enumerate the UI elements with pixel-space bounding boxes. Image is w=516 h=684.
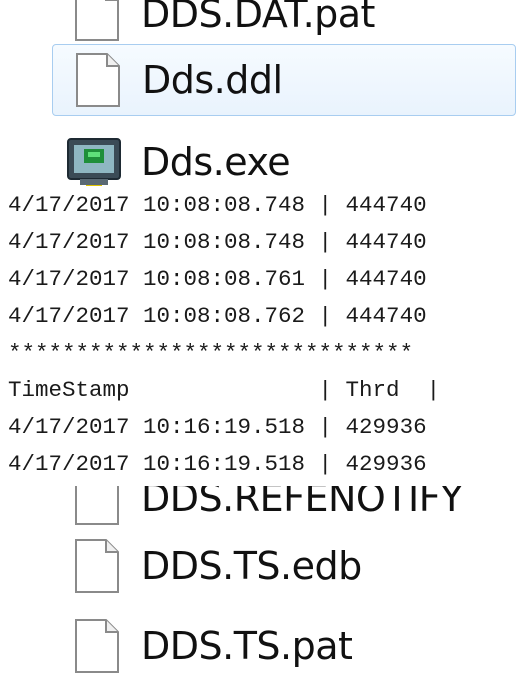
log-line: 4/17/2017 10:16:19.518 | 429936 [8,451,427,477]
log-separator: ****************************** [8,340,414,366]
file-name: DDS.DAT.pat [141,0,375,36]
file-row-dds-ts-pat[interactable]: DDS.TS.pat [0,610,516,682]
log-line: 4/17/2017 10:08:08.761 | 444740 [8,266,427,292]
file-name: DDS.TS.edb [141,544,362,588]
log-line: 4/17/2017 10:08:08.748 | 444740 [8,192,427,218]
log-header: TimeStamp | Thrd | [8,377,441,403]
file-row-dds-dat-pat[interactable]: DDS.DAT.pat [0,0,516,50]
log-panel: 4/17/2017 10:08:08.748 | 444740 4/17/201… [0,186,516,486]
file-name: Dds.exe [141,140,291,184]
file-icon [75,53,121,107]
file-icon [74,0,120,41]
file-row-dds-ts-edb[interactable]: DDS.TS.edb [0,530,516,602]
file-name: DDS.TS.pat [141,624,353,668]
file-icon [74,539,120,593]
file-icon [74,619,120,673]
file-name: Dds.ddl [142,58,283,102]
log-line: 4/17/2017 10:08:08.748 | 444740 [8,229,427,255]
log-line: 4/17/2017 10:16:19.518 | 429936 [8,414,427,440]
file-row-dds-ddl[interactable]: Dds.ddl [52,44,516,116]
log-line: 4/17/2017 10:08:08.762 | 444740 [8,303,427,329]
exe-icon [66,135,121,190]
